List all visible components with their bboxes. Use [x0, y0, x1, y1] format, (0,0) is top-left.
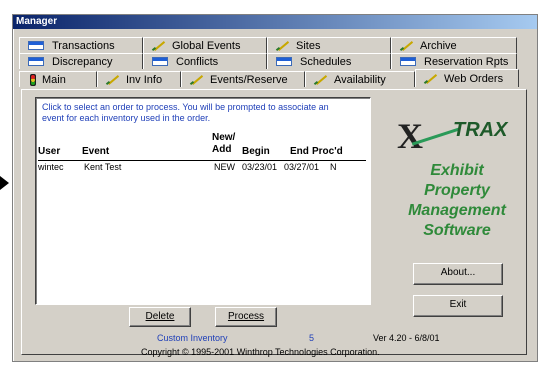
version-text: Ver 4.20 - 6/8/01: [373, 333, 440, 343]
tab-label: Transactions: [52, 39, 115, 52]
tab-label: Inv Info: [126, 73, 163, 86]
pencil-icon: [190, 75, 204, 85]
web-orders-list[interactable]: Click to select an order to process. You…: [35, 97, 371, 305]
pencil-icon: [400, 41, 414, 51]
tab-label: Discrepancy: [52, 55, 113, 68]
tab-label: Archive: [420, 39, 457, 52]
tab-transactions[interactable]: Transactions: [19, 37, 143, 53]
cell-begin: 03/23/01: [242, 162, 278, 172]
pencil-icon: [152, 41, 166, 51]
header-procd: Proc'd: [312, 146, 343, 157]
logo-trax: TRAX: [453, 119, 508, 141]
header-end: End: [290, 146, 309, 157]
tab-sites[interactable]: Sites: [267, 37, 391, 53]
logo-tagline: Exhibit Property Management Software: [408, 162, 506, 239]
tab-schedules[interactable]: Schedules: [267, 53, 391, 69]
table-icon: [152, 57, 168, 66]
tab-events-reserve[interactable]: Events/Reserve: [181, 71, 305, 87]
cell-event: Kent Test: [84, 162, 122, 172]
table-icon: [400, 57, 416, 66]
header-user: User: [38, 146, 61, 157]
table-icon: [28, 57, 44, 66]
tab-availability[interactable]: Availability: [305, 71, 415, 87]
about-button[interactable]: About...: [413, 263, 503, 285]
title-bar: Manager: [13, 15, 537, 29]
tab-web-orders[interactable]: Web Orders: [415, 69, 519, 87]
tab-label: Global Events: [172, 39, 241, 52]
instructions-text: Click to select an order to process. You…: [42, 102, 329, 123]
header-event: Event: [82, 146, 110, 157]
tab-label: Events/Reserve: [210, 73, 288, 86]
tab-inv-info[interactable]: Inv Info: [97, 71, 181, 87]
copyright-text: Copyright © 1995-2001 Winthrop Technolog…: [141, 347, 380, 357]
manager-window: Manager Transactions Global Events Sites…: [12, 14, 538, 362]
pencil-icon: [106, 75, 120, 85]
pointer-arrow-icon: [0, 176, 9, 190]
delete-label: Delete: [145, 311, 175, 322]
tab-discrepancy[interactable]: Discrepancy: [19, 53, 143, 69]
pencil-icon: [314, 75, 328, 85]
tab-conflicts[interactable]: Conflicts: [143, 53, 267, 69]
tab-label: Schedules: [300, 55, 352, 68]
logo-x: X: [397, 116, 423, 156]
tab-main[interactable]: Main: [19, 71, 97, 87]
traffic-light-icon: [28, 73, 38, 86]
pencil-icon: [276, 41, 290, 51]
inventory-count: 5: [309, 333, 315, 343]
process-label: Process: [227, 311, 265, 322]
header-begin: Begin: [242, 146, 270, 157]
tab-reservation-rpts[interactable]: Reservation Rpts: [391, 53, 517, 69]
cell-procd: N: [330, 162, 337, 172]
header-divider: [38, 160, 366, 161]
delete-button[interactable]: Delete: [129, 307, 191, 327]
exit-label: Exit: [449, 299, 467, 310]
process-button[interactable]: Process: [215, 307, 277, 327]
tab-label: Web Orders: [444, 72, 504, 85]
tab-label: Main: [42, 73, 66, 86]
cell-new-add: NEW: [214, 162, 235, 172]
pencil-icon: [424, 74, 438, 84]
tab-label: Availability: [334, 73, 386, 86]
tab-label: Sites: [296, 39, 321, 52]
tab-label: Conflicts: [176, 55, 219, 68]
tab-archive[interactable]: Archive: [391, 37, 517, 53]
window-title: Manager: [16, 16, 58, 27]
table-icon: [28, 41, 44, 50]
about-label: About...: [440, 267, 476, 278]
table-icon: [276, 57, 292, 66]
header-new-add: New/ Add: [212, 132, 236, 155]
tab-global-events[interactable]: Global Events: [143, 37, 267, 53]
cell-end: 03/27/01: [284, 162, 320, 172]
cell-user: wintec: [38, 162, 64, 172]
table-row[interactable]: wintec Kent Test NEW 03/23/01 03/27/01 N: [36, 162, 370, 174]
tab-label: Reservation Rpts: [424, 55, 509, 68]
custom-inventory-link[interactable]: Custom Inventory: [157, 333, 228, 343]
exit-button[interactable]: Exit: [413, 295, 503, 317]
